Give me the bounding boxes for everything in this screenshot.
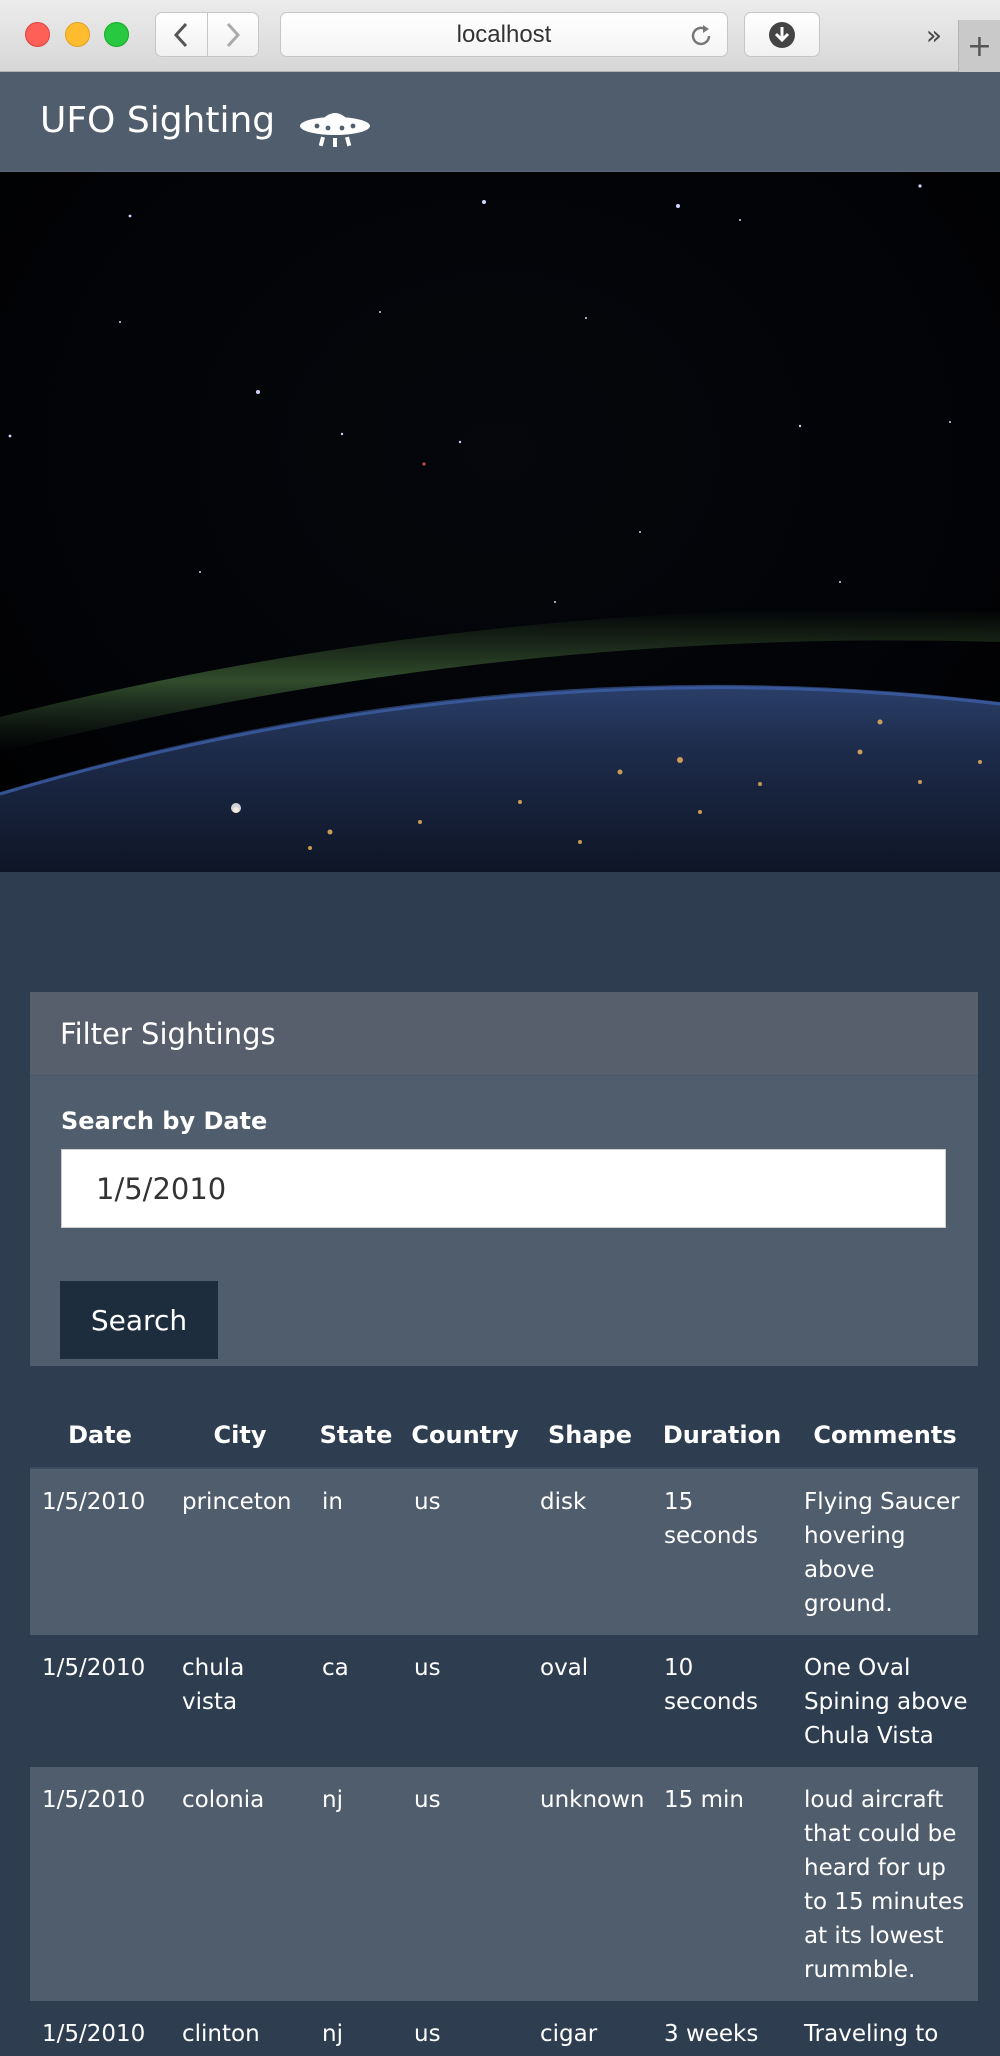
downloads-button[interactable] [744,12,820,57]
download-icon [769,21,795,48]
cell-city: clinton [170,2001,310,2056]
cell-comments: One Oval Spining above Chula Vista [792,1635,978,1767]
table-row: 1/5/2010 chula vista ca us oval 10 secon… [30,1635,978,1767]
plus-icon: + [966,28,993,64]
column-header-date: Date [30,1402,170,1469]
column-header-comments: Comments [792,1402,978,1469]
cell-duration: 3 weeks [652,2001,792,2056]
cell-shape: cigar [528,2001,652,2056]
browser-chrome: localhost » + [0,0,1000,72]
cell-date: 1/5/2010 [30,2001,170,2056]
filter-panel-title: Filter Sightings [30,992,978,1076]
sightings-table: Date City State Country Shape Duration C… [30,1402,978,2056]
ufo-icon [300,113,370,147]
column-header-city: City [170,1402,310,1469]
cell-country: us [402,1468,528,1635]
cell-city: colonia [170,1767,310,2001]
filter-panel-body: Search by Date Search [30,1107,978,1359]
overflow-icon[interactable]: » [916,18,952,54]
cell-duration: 10 seconds [652,1635,792,1767]
column-header-country: Country [402,1402,528,1469]
cell-state: nj [310,1767,402,2001]
table-header-row: Date City State Country Shape Duration C… [30,1402,978,1469]
url-text: localhost [456,20,552,48]
cell-date: 1/5/2010 [30,1468,170,1635]
cell-shape: unknown [528,1767,652,2001]
cell-duration: 15 seconds [652,1468,792,1635]
cell-comments: loud aircraft that could be heard for up… [792,1767,978,2001]
forward-button[interactable] [206,13,258,56]
cell-date: 1/5/2010 [30,1635,170,1767]
date-filter-input[interactable] [61,1149,946,1228]
hero-image [0,172,1000,872]
table-row: 1/5/2010 princeton in us disk 15 seconds… [30,1468,978,1635]
maximize-window-button[interactable] [104,22,129,47]
column-header-duration: Duration [652,1402,792,1469]
close-window-button[interactable] [25,22,50,47]
cell-comments: Traveling to Pennylvania. [792,2001,978,2056]
column-header-state: State [310,1402,402,1469]
cell-shape: disk [528,1468,652,1635]
chevron-left-icon [174,22,188,47]
minimize-window-button[interactable] [65,22,90,47]
table-row: 1/5/2010 clinton nj us cigar 3 weeks Tra… [30,2001,978,2056]
cell-city: princeton [170,1468,310,1635]
cell-duration: 15 min [652,1767,792,2001]
back-button[interactable] [156,13,207,56]
earth-from-space-image [0,184,1000,872]
brand-title[interactable]: UFO Sighting [40,100,275,141]
cell-date: 1/5/2010 [30,1767,170,2001]
search-button[interactable]: Search [60,1281,218,1359]
cell-state: in [310,1468,402,1635]
chevron-right-icon [226,22,241,47]
cell-country: us [402,1767,528,2001]
navbar: UFO Sighting [0,72,1000,172]
cell-shape: oval [528,1635,652,1767]
cell-state: nj [310,2001,402,2056]
new-tab-button[interactable]: + [958,20,1000,72]
address-bar[interactable]: localhost [280,12,728,57]
filter-panel: Filter Sightings Search by Date Search [30,992,978,1366]
table-row: 1/5/2010 colonia nj us unknown 15 min lo… [30,1767,978,2001]
reload-icon[interactable] [687,22,715,50]
cell-city: chula vista [170,1635,310,1767]
history-nav [155,12,259,57]
cell-country: us [402,1635,528,1767]
column-header-shape: Shape [528,1402,652,1469]
cell-comments: Flying Saucer hovering above ground. [792,1468,978,1635]
cell-state: ca [310,1635,402,1767]
date-filter-label: Search by Date [61,1107,268,1135]
cell-country: us [402,2001,528,2056]
